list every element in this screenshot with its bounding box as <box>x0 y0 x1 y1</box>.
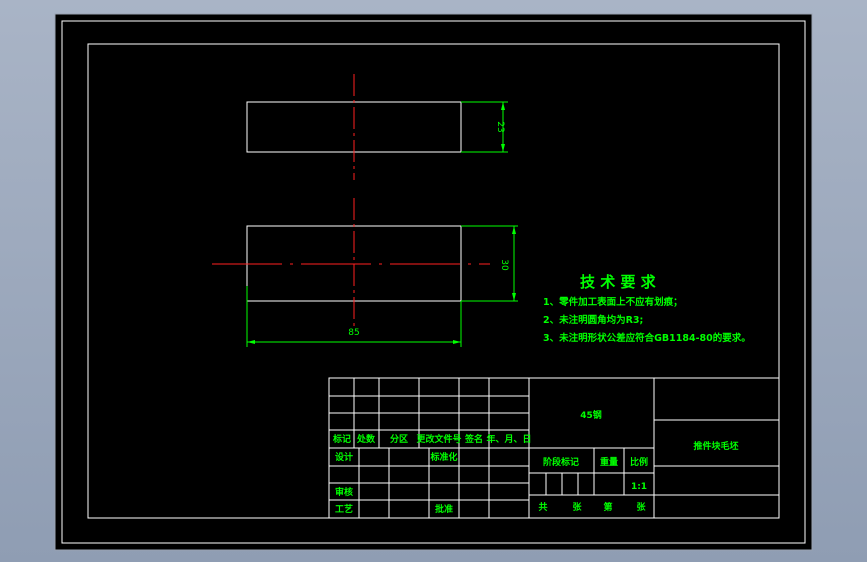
label-change-doc: 更改文件号 <box>416 433 461 445</box>
tech-requirements-title: 技 术 要 求 <box>580 273 657 291</box>
front-dim-label: 30 <box>499 259 509 271</box>
sheet-page-label: 张 <box>636 501 646 513</box>
label-process: 工艺 <box>335 503 353 515</box>
label-weight: 重量 <box>600 456 618 468</box>
label-date: 年、月、日 <box>486 433 531 445</box>
material-value: 45钢 <box>580 409 602 421</box>
length-dim-label: 85 <box>348 328 359 338</box>
tech-requirement-1: 1、零件加工表面上不应有划痕； <box>543 296 683 308</box>
part-name: 推件块毛坯 <box>693 440 738 452</box>
top-dim-label: 23 <box>495 121 505 132</box>
label-mark: 标记 <box>332 433 351 445</box>
label-scale: 比例 <box>630 456 648 468</box>
label-standardize: 标准化 <box>429 451 457 463</box>
tech-requirement-3: 3、未注明形状公差应符合GB1184-80的要求。 <box>543 332 751 344</box>
sheet-total-label: 共 <box>538 501 547 513</box>
label-approve: 批准 <box>435 503 453 515</box>
label-zone: 分区 <box>390 433 408 445</box>
label-stage-mark: 阶段标记 <box>543 456 579 468</box>
sheet-number-label: 第 <box>603 501 612 513</box>
label-review: 审核 <box>335 486 353 498</box>
label-count: 处数 <box>356 433 376 445</box>
scale-value: 1:1 <box>631 482 647 492</box>
sheet-unit-label: 张 <box>572 501 582 513</box>
tech-requirement-2: 2、未注明圆角均为R3; <box>543 314 643 326</box>
label-design: 设计 <box>335 451 353 463</box>
label-signature: 签名 <box>464 433 483 445</box>
drawing-sheet <box>54 13 813 551</box>
cad-drawing: 23 30 85 技 术 要 求 1、零件加工表面上不应有划痕； 2、未注明圆角… <box>54 13 813 551</box>
